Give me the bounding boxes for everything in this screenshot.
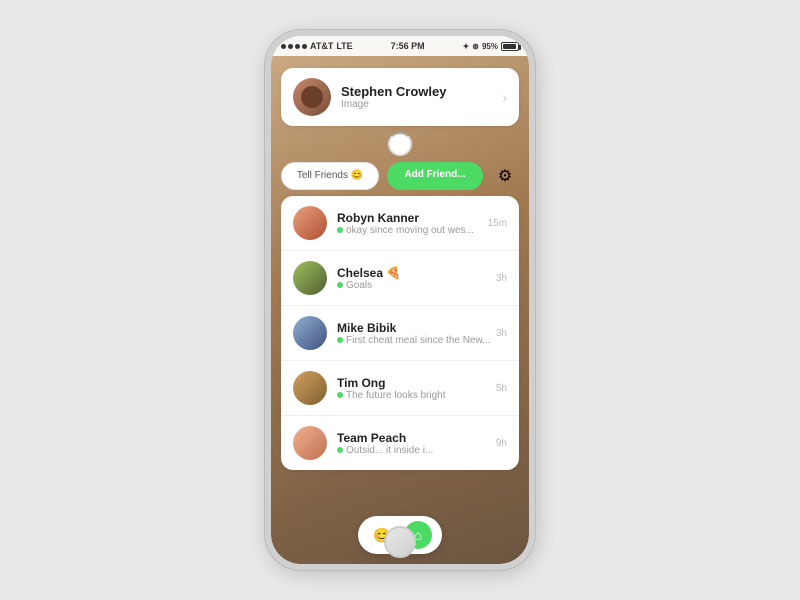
loading-spinner — [388, 132, 412, 156]
friend-info: Mike Bibik First cheat meal since the Ne… — [337, 321, 490, 346]
profile-card[interactable]: Stephen Crowley Image › — [281, 68, 519, 126]
home-button[interactable] — [384, 526, 416, 558]
friend-status-text: The future looks bright — [346, 390, 446, 401]
signal-dot-1 — [281, 44, 286, 49]
friend-time: 3h — [496, 273, 507, 284]
online-indicator — [337, 227, 343, 233]
add-friend-button[interactable]: Add Friend... — [387, 162, 483, 190]
friend-status-text: First cheat meal since the New... — [346, 335, 490, 346]
spinner-area — [271, 132, 529, 156]
wifi-icon: ⊛ — [472, 42, 479, 51]
list-item[interactable]: Tim Ong The future looks bright 5h — [281, 361, 519, 416]
signal-dot-4 — [302, 44, 307, 49]
friend-time: 3h — [496, 328, 507, 339]
friend-name: Mike Bibik — [337, 321, 490, 335]
friend-name: Tim Ong — [337, 376, 490, 390]
online-indicator — [337, 337, 343, 343]
friend-status-text: okay since moving out wes... — [346, 225, 474, 236]
friend-avatar — [293, 371, 327, 405]
friend-status: okay since moving out wes... — [337, 225, 482, 236]
tell-friends-button[interactable]: Tell Friends 😊 — [281, 162, 379, 190]
friend-avatar — [293, 426, 327, 460]
battery-fill — [503, 44, 516, 49]
time-label: 7:56 PM — [391, 41, 425, 51]
settings-icon[interactable]: ⚙ — [491, 162, 519, 190]
friend-avatar — [293, 206, 327, 240]
list-item[interactable]: Robyn Kanner okay since moving out wes..… — [281, 196, 519, 251]
profile-name: Stephen Crowley — [341, 84, 446, 99]
battery-percent: 95% — [482, 42, 498, 51]
carrier-label: AT&T — [310, 41, 333, 51]
friend-time: 5h — [496, 383, 507, 394]
friends-list: Robyn Kanner okay since moving out wes..… — [281, 196, 519, 470]
chevron-right-icon: › — [502, 89, 507, 105]
signal-dot-3 — [295, 44, 300, 49]
list-item[interactable]: Mike Bibik First cheat meal since the Ne… — [281, 306, 519, 361]
bluetooth-icon: ✦ — [463, 42, 470, 51]
online-indicator — [337, 447, 343, 453]
network-label: LTE — [336, 41, 352, 51]
avatar-image — [293, 78, 331, 116]
friend-status: Goals — [337, 280, 490, 291]
friend-status: The future looks bright — [337, 390, 490, 401]
profile-subtitle: Image — [341, 99, 446, 110]
friend-name: Chelsea 🍕 — [337, 266, 490, 280]
friend-info: Team Peach Outsid... it inside i... — [337, 431, 490, 456]
status-right: ✦ ⊛ 95% — [463, 42, 519, 51]
friend-status-text: Goals — [346, 280, 372, 291]
phone-shell: AT&T LTE 7:56 PM ✦ ⊛ 95% — [265, 30, 535, 570]
profile-left: Stephen Crowley Image — [293, 78, 446, 116]
friend-info: Tim Ong The future looks bright — [337, 376, 490, 401]
signal-dot-2 — [288, 44, 293, 49]
screen: AT&T LTE 7:56 PM ✦ ⊛ 95% — [271, 36, 529, 564]
content-area: Stephen Crowley Image › Tell Friends 😊 A… — [271, 56, 529, 564]
friend-status: First cheat meal since the New... — [337, 335, 490, 346]
list-item[interactable]: Chelsea 🍕 Goals 3h — [281, 251, 519, 306]
online-indicator — [337, 392, 343, 398]
action-row: Tell Friends 😊 Add Friend... ⚙ — [281, 162, 519, 190]
avatar-silhouette — [301, 86, 323, 108]
friend-avatar — [293, 316, 327, 350]
signal-dots — [281, 44, 307, 49]
friend-name: Team Peach — [337, 431, 490, 445]
friend-status-text: Outsid... it inside i... — [346, 445, 433, 456]
avatar — [293, 78, 331, 116]
friend-time: 15m — [488, 218, 507, 229]
friend-avatar — [293, 261, 327, 295]
profile-info: Stephen Crowley Image — [341, 84, 446, 110]
list-item[interactable]: Team Peach Outsid... it inside i... 9h — [281, 416, 519, 470]
online-indicator — [337, 282, 343, 288]
friend-status: Outsid... it inside i... — [337, 445, 490, 456]
battery-icon — [501, 42, 519, 51]
friend-name: Robyn Kanner — [337, 211, 482, 225]
status-left: AT&T LTE — [281, 41, 353, 51]
friend-info: Robyn Kanner okay since moving out wes..… — [337, 211, 482, 236]
status-bar: AT&T LTE 7:56 PM ✦ ⊛ 95% — [271, 36, 529, 56]
friend-info: Chelsea 🍕 Goals — [337, 266, 490, 291]
friend-time: 9h — [496, 438, 507, 449]
